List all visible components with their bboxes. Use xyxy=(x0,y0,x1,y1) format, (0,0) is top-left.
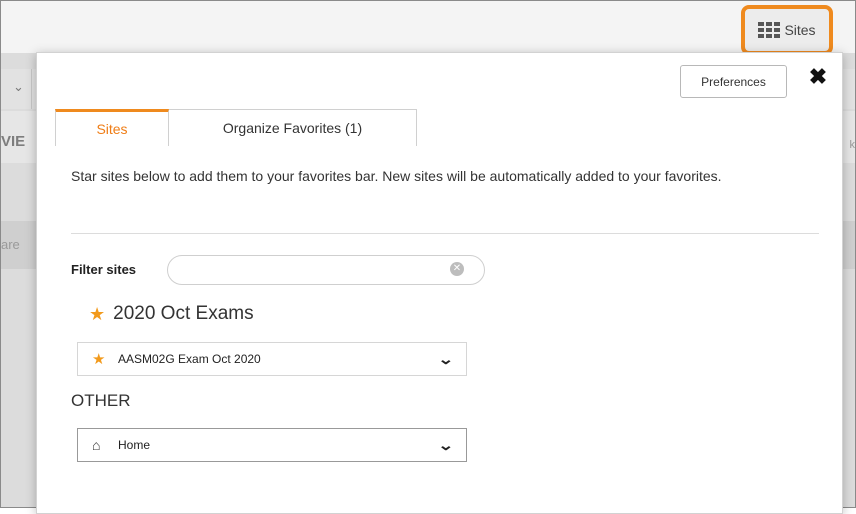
close-icon[interactable]: ✖ xyxy=(807,64,829,90)
star-icon[interactable]: ★ xyxy=(92,350,108,368)
tab-sites-label: Sites xyxy=(96,121,128,137)
preferences-button[interactable]: Preferences xyxy=(680,65,787,98)
background-text-fragment-2: are xyxy=(1,237,20,252)
tab-organize-favorites-label: Organize Favorites (1) xyxy=(222,120,363,136)
favorite-group-label: 2020 Oct Exams xyxy=(113,303,254,324)
intro-text: Star sites below to add them to your fav… xyxy=(71,168,722,184)
filter-sites-input[interactable] xyxy=(167,255,485,285)
sites-dialog: Preferences ✖ Sites Organize Favorites (… xyxy=(36,52,843,514)
site-item-label: AASM02G Exam Oct 2020 xyxy=(118,352,261,366)
home-icon: ⌂ xyxy=(92,437,101,453)
clear-filter-icon[interactable]: ✕ xyxy=(450,262,464,276)
grid-icon xyxy=(758,22,781,38)
chevron-down-icon[interactable]: ⌄ xyxy=(438,437,454,454)
sites-button[interactable]: Sites xyxy=(741,5,833,55)
site-item-aasm02g[interactable]: ★ AASM02G Exam Oct 2020 ⌄ xyxy=(77,342,467,376)
tab-sites[interactable]: Sites xyxy=(55,109,169,146)
site-item-home[interactable]: ⌂ Home ⌄ xyxy=(77,428,467,462)
background-chevron-down-icon: ⌄ xyxy=(13,79,24,94)
background-text-fragment: VIE xyxy=(1,133,26,150)
site-item-label: Home xyxy=(118,438,151,452)
star-icon[interactable]: ★ xyxy=(89,304,105,325)
divider xyxy=(71,233,819,234)
favorite-group-title: ★ 2020 Oct Exams xyxy=(89,303,254,325)
background-divider xyxy=(31,69,32,109)
top-bar xyxy=(1,1,855,53)
other-group-title: OTHER xyxy=(71,391,131,410)
tab-organize-favorites[interactable]: Organize Favorites (1) xyxy=(169,109,417,146)
filter-sites-label: Filter sites xyxy=(71,262,137,277)
chevron-down-icon[interactable]: ⌄ xyxy=(438,351,454,368)
sites-button-label: Sites xyxy=(784,22,816,38)
background-text-fragment-right: k xyxy=(849,139,856,151)
